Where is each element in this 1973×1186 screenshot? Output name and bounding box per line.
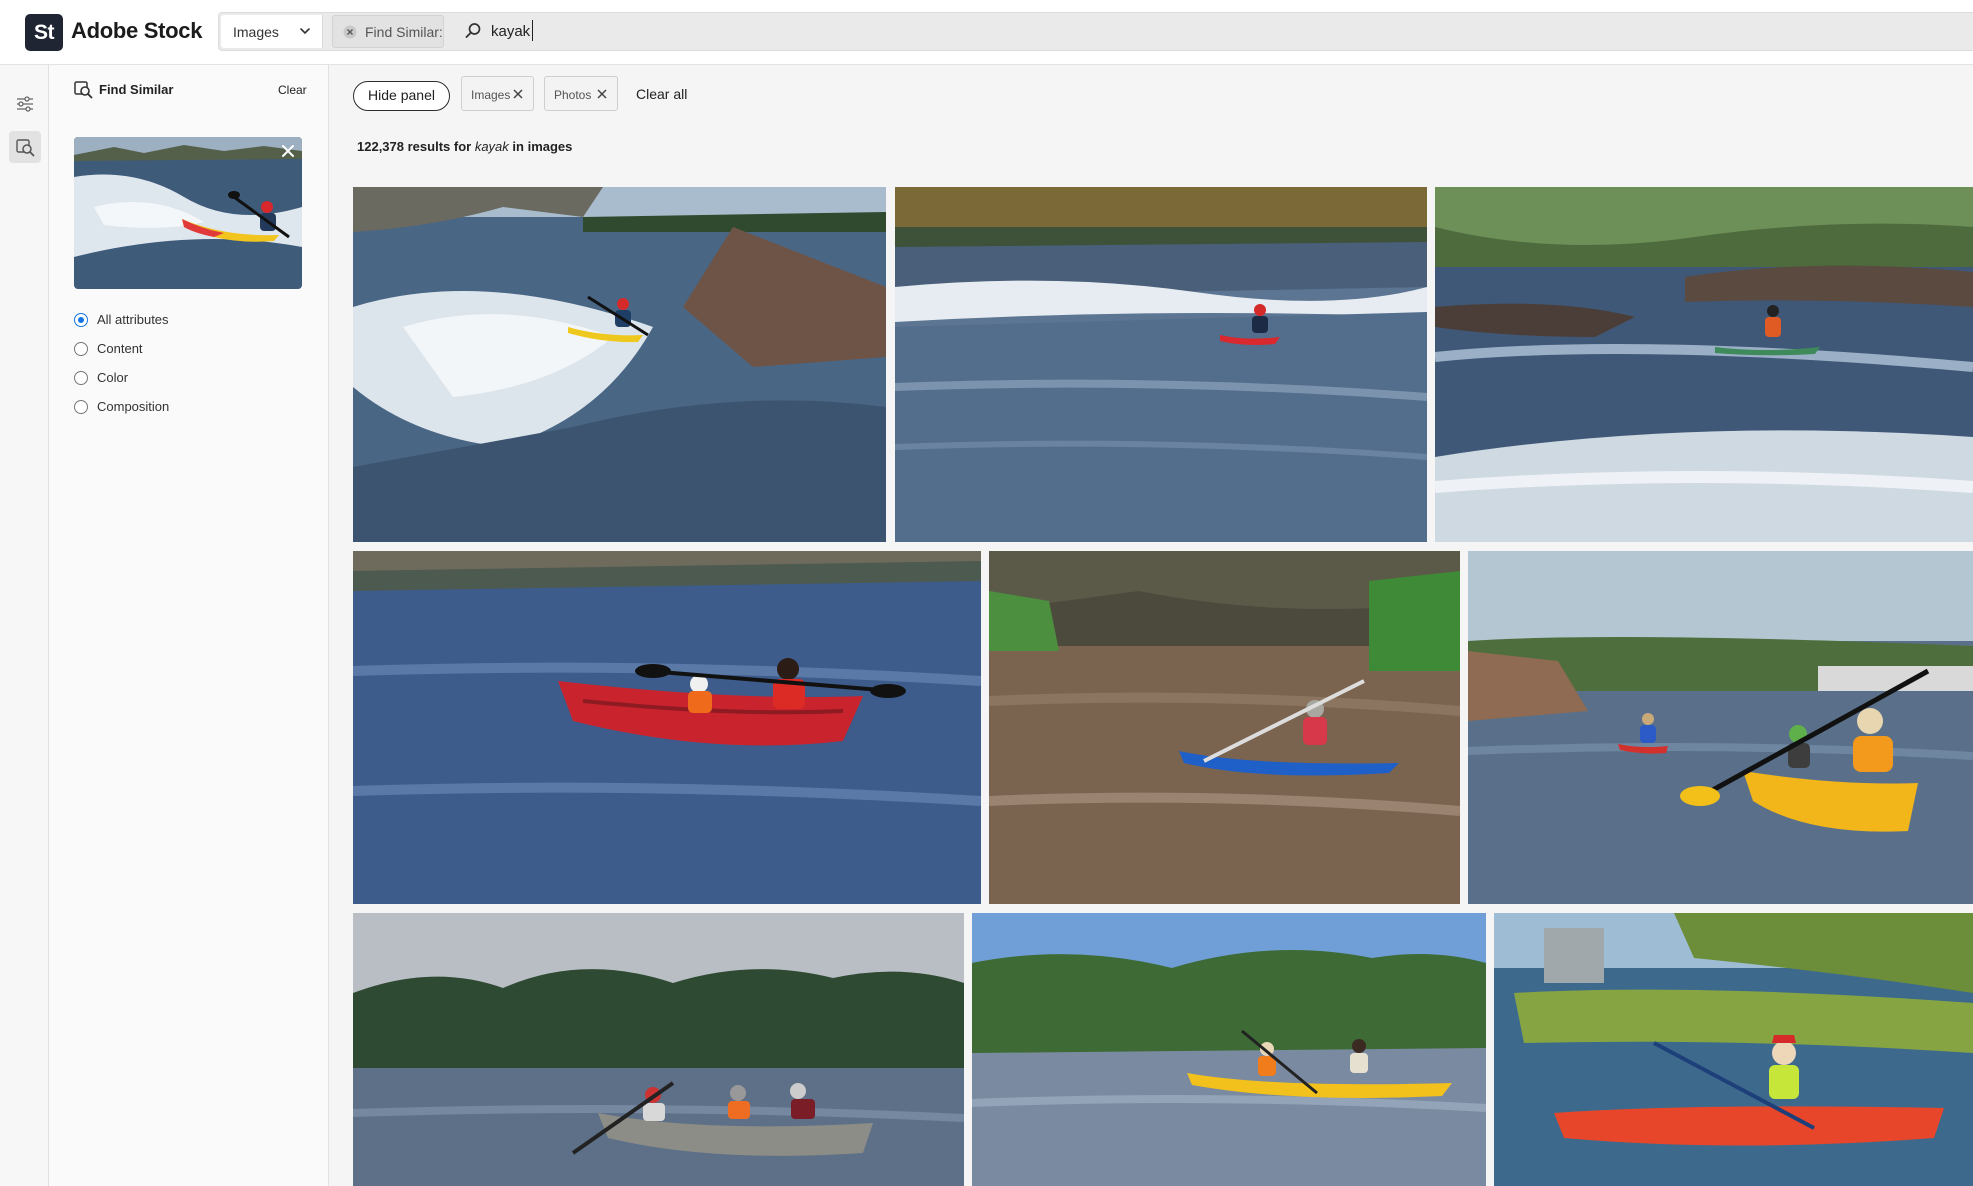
photo-kayaker-rapids (353, 187, 886, 542)
filter-chip-label: Photos (554, 88, 592, 102)
search-icon (465, 23, 481, 38)
result-image-9[interactable] (1494, 913, 1973, 1186)
photo-inflatable-raft-lake (353, 913, 964, 1186)
photo-couple-yellow-kayak (972, 913, 1486, 1186)
close-icon[interactable] (512, 88, 524, 100)
filter-chip-images[interactable]: Images (461, 76, 534, 111)
results-for-text: results for (407, 139, 472, 154)
photo-tandem-inflatable-kayak (353, 551, 981, 904)
adobe-stock-logo[interactable]: St (25, 14, 63, 51)
brand-name[interactable]: Adobe Stock (71, 18, 202, 44)
hide-panel-button[interactable]: Hide panel (353, 81, 450, 111)
panel-clear-button[interactable]: Clear (278, 83, 307, 97)
find-similar-rail-button[interactable] (9, 131, 41, 163)
radio-unchecked[interactable] (74, 371, 88, 385)
option-label: Color (97, 370, 129, 385)
result-image-7[interactable] (353, 913, 964, 1186)
result-image-8[interactable] (972, 913, 1486, 1186)
radio-unchecked[interactable] (74, 342, 88, 356)
results-scope: in images (512, 139, 573, 154)
filter-chip-photos[interactable]: Photos (544, 76, 618, 111)
panel-title: Find Similar (99, 82, 174, 97)
clear-all-link[interactable]: Clear all (636, 86, 687, 102)
find-similar-icon (16, 139, 35, 157)
search-bar: Images Find Similar: (218, 12, 1973, 51)
result-image-6[interactable] (1468, 551, 1973, 904)
photo-boy-red-kayak (1494, 913, 1973, 1186)
find-similar-icon (74, 81, 93, 99)
close-icon[interactable] (596, 88, 608, 100)
find-similar-chip-label: Find Similar: (365, 24, 443, 40)
close-icon[interactable] (343, 25, 357, 39)
reference-image-kayak (74, 137, 302, 289)
results-query: kayak (474, 139, 509, 154)
option-label: Composition (97, 399, 170, 414)
radio-unchecked[interactable] (74, 400, 88, 414)
result-image-1[interactable] (353, 187, 886, 542)
chevron-down-icon (300, 28, 310, 35)
left-rail (0, 65, 49, 1186)
option-label: All attributes (97, 312, 169, 327)
reference-image[interactable] (74, 137, 302, 289)
photo-family-kayaking (1468, 551, 1973, 904)
search-input[interactable] (491, 17, 1891, 45)
result-image-4[interactable] (353, 551, 981, 904)
find-similar-panel: Find Similar Clear All attributes Conten… (49, 65, 329, 1186)
photo-kayaker-weir (895, 187, 1427, 542)
radio-checked[interactable] (74, 313, 88, 327)
top-bar: St Adobe Stock Images Find Similar: (0, 0, 1973, 65)
option-label: Content (97, 341, 143, 356)
photo-kayaker-brown-river (989, 551, 1460, 904)
sliders-icon (17, 96, 33, 112)
result-image-5[interactable] (989, 551, 1460, 904)
asset-type-select[interactable]: Images (221, 15, 323, 48)
asset-type-value: Images (233, 24, 279, 40)
filter-chip-label: Images (471, 88, 511, 102)
results-number: 122,378 (357, 139, 404, 154)
find-similar-chip[interactable]: Find Similar: (332, 15, 444, 48)
remove-reference-icon[interactable] (277, 140, 299, 162)
result-image-3[interactable] (1435, 187, 1973, 542)
photo-kayaker-river-forest (1435, 187, 1973, 542)
result-image-2[interactable] (895, 187, 1427, 542)
text-caret (532, 20, 533, 41)
filters-rail-button[interactable] (9, 88, 41, 120)
results-count: 122,378 results for kayak in images (357, 139, 572, 154)
